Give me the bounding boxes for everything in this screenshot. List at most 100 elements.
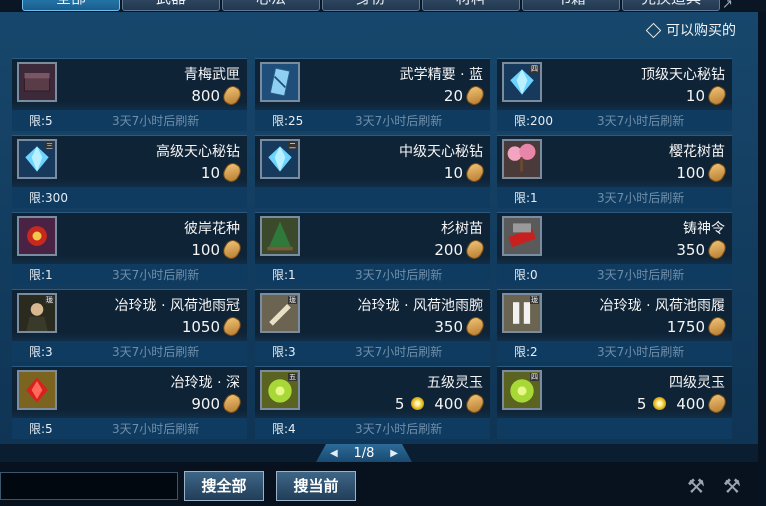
- refresh-timer: 3天7小时后刷新: [355, 268, 443, 282]
- price-value: 10: [200, 163, 220, 182]
- checkbox-diamond-icon[interactable]: [645, 22, 662, 38]
- fir-sapling-icon[interactable]: [260, 216, 300, 256]
- search-current-button[interactable]: 搜当前: [276, 471, 356, 501]
- blue-diamond-icon[interactable]: 二: [260, 139, 300, 179]
- grade-badge: 五: [288, 373, 297, 381]
- blue-diamond-icon[interactable]: 三: [17, 139, 57, 179]
- item-card[interactable]: 珑 冶玲珑 · 风荷池雨腕 350 限:3 3天7小时后刷新: [255, 289, 490, 362]
- price-value: 350: [676, 240, 705, 259]
- item-card[interactable]: 彼岸花种 100 限:1 3天7小时后刷新: [12, 212, 247, 285]
- sakura-tree-icon[interactable]: [502, 139, 542, 179]
- item-name: 铸神令: [683, 221, 725, 237]
- affordable-filter-label: 可以购买的: [666, 23, 736, 39]
- tab-scroll-icon[interactable]: ↗: [722, 0, 746, 12]
- price-value: 800: [191, 86, 220, 105]
- item-name: 樱花树苗: [669, 144, 725, 160]
- rain-crown-icon[interactable]: 珑: [17, 293, 57, 333]
- item-price: 10: [444, 160, 487, 185]
- item-card[interactable]: 珑 冶玲珑 · 风荷池雨履 1750 限:2 3天7小时后刷新: [497, 289, 732, 362]
- item-card[interactable]: 二 中级天心秘钻 10: [255, 135, 490, 208]
- search-all-button[interactable]: 搜全部: [184, 471, 264, 501]
- currency-coin-icon: [463, 83, 487, 108]
- item-card[interactable]: 三 高级天心秘钻 10 限:300: [12, 135, 247, 208]
- price-value: 400: [434, 394, 463, 413]
- tab-materials[interactable]: 材料: [422, 0, 520, 11]
- item-price: 200: [434, 237, 487, 262]
- price-value: 10: [685, 86, 705, 105]
- purchase-limit: 限:25: [272, 114, 304, 128]
- martial-scroll-icon-art: [262, 64, 298, 100]
- rain-bracer-icon[interactable]: 珑: [260, 293, 300, 333]
- jade-icon[interactable]: 四: [502, 370, 542, 410]
- red-gem-icon-art: [19, 372, 55, 408]
- item-price: 100: [191, 237, 244, 262]
- item-card[interactable]: 五 五级灵玉 5 400 限:4 3天7小时后刷新: [255, 366, 490, 439]
- price-value: 1750: [666, 317, 705, 336]
- blue-diamond-icon[interactable]: 四: [502, 62, 542, 102]
- item-card[interactable]: 冶玲珑 · 深 900 限:5 3天7小时后刷新: [12, 366, 247, 439]
- item-name: 中级天心秘钻: [399, 144, 483, 160]
- martial-scroll-icon[interactable]: [260, 62, 300, 102]
- tab-exchange[interactable]: 兑换道具: [622, 0, 720, 11]
- grade-badge: 珑: [530, 296, 539, 304]
- prev-page-icon[interactable]: ◀: [330, 448, 338, 459]
- search-input[interactable]: [0, 472, 178, 500]
- grade-badge: 三: [45, 142, 54, 150]
- purchase-limit: 限:2: [514, 345, 538, 359]
- sakura-tree-icon-art: [504, 141, 540, 177]
- currency-coin-icon: [463, 391, 487, 416]
- grade-badge: 二: [288, 142, 297, 150]
- currency-coin-icon: [220, 391, 244, 416]
- price-value: 20: [443, 86, 463, 105]
- item-price: 5 400: [395, 391, 487, 416]
- item-card[interactable]: 四 四级灵玉 5 400: [497, 366, 732, 439]
- currency-coin-icon: [220, 160, 244, 185]
- affordable-filter[interactable]: 可以购买的: [645, 20, 736, 40]
- price-value: 350: [434, 317, 463, 336]
- currency-coin-icon: [220, 237, 244, 262]
- item-name: 彼岸花种: [184, 221, 240, 237]
- item-card[interactable]: 青梅武匣 800 限:5 3天7小时后刷新: [12, 58, 247, 131]
- item-price: 800: [191, 83, 244, 108]
- refresh-timer: 3天7小时后刷新: [597, 268, 685, 282]
- next-page-icon[interactable]: ▶: [390, 448, 398, 459]
- hammer-icon[interactable]: ⚒: [684, 474, 708, 498]
- item-price: 20: [443, 83, 487, 108]
- rain-boots-icon[interactable]: 珑: [502, 293, 542, 333]
- refresh-timer: 3天7小时后刷新: [112, 114, 200, 128]
- item-name: 高级天心秘钻: [156, 144, 240, 160]
- currency-coin-icon: [705, 160, 729, 185]
- weapon-box-icon[interactable]: [17, 62, 57, 102]
- item-card[interactable]: 珑 冶玲珑 · 风荷池雨冠 1050 限:3 3天7小时后刷新: [12, 289, 247, 362]
- tab-books[interactable]: 书籍: [522, 0, 620, 11]
- fir-sapling-icon-art: [262, 218, 298, 254]
- refresh-timer: 3天7小时后刷新: [355, 345, 443, 359]
- hammer-plus-icon[interactable]: ⚒: [720, 474, 744, 498]
- red-gem-icon[interactable]: [17, 370, 57, 410]
- gold-coin-icon: [411, 397, 425, 410]
- currency-coin-icon: [705, 237, 729, 262]
- weapon-box-icon-art: [19, 64, 55, 100]
- currency-coin-icon: [220, 83, 244, 108]
- tab-all[interactable]: 全部: [22, 0, 120, 11]
- item-card[interactable]: 四 顶级天心秘钻 10 限:200 3天7小时后刷新: [497, 58, 732, 131]
- item-card[interactable]: 铸神令 350 限:0 3天7小时后刷新: [497, 212, 732, 285]
- item-card[interactable]: 杉树苗 200 限:1 3天7小时后刷新: [255, 212, 490, 285]
- item-name: 顶级天心秘钻: [641, 67, 725, 83]
- item-name: 五级灵玉: [427, 375, 483, 391]
- tab-weapons[interactable]: 武器: [122, 0, 220, 11]
- grade-badge: 珑: [45, 296, 54, 304]
- refresh-timer: 3天7小时后刷新: [597, 114, 685, 128]
- item-price: 100: [676, 160, 729, 185]
- forge-token-icon[interactable]: [502, 216, 542, 256]
- price-value: 900: [191, 394, 220, 413]
- tab-identity[interactable]: 身份: [322, 0, 420, 11]
- flower-seed-icon[interactable]: [17, 216, 57, 256]
- purchase-limit: 限:5: [29, 422, 53, 436]
- currency-coin-icon: [463, 160, 487, 185]
- jade-icon[interactable]: 五: [260, 370, 300, 410]
- item-price: 10: [685, 83, 729, 108]
- item-card[interactable]: 武学精要 · 蓝 20 限:25 3天7小时后刷新: [255, 58, 490, 131]
- tab-skills[interactable]: 心法: [222, 0, 320, 11]
- item-card[interactable]: 樱花树苗 100 限:1 3天7小时后刷新: [497, 135, 732, 208]
